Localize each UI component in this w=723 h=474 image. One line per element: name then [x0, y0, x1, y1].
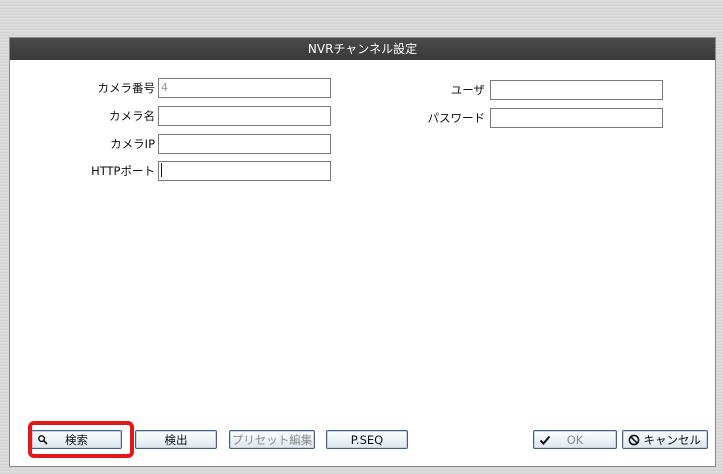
ok-button[interactable]: OK — [533, 430, 617, 449]
password-field[interactable] — [490, 108, 663, 128]
pseq-button[interactable]: P.SEQ — [326, 430, 408, 449]
text-caret — [161, 163, 162, 177]
ok-button-label: OK — [566, 432, 584, 447]
detect-button[interactable]: 検出 — [135, 430, 217, 449]
preset-edit-button[interactable]: プリセット編集 — [229, 430, 315, 449]
cancel-button[interactable]: キャンセル — [622, 430, 708, 449]
dialog-title: NVRチャンネル設定 — [10, 38, 715, 60]
search-button-highlight — [28, 421, 134, 458]
pseq-button-label: P.SEQ — [350, 432, 384, 447]
checkmark-icon — [539, 434, 551, 446]
cancel-button-label: キャンセル — [643, 432, 702, 447]
camera-ip-field[interactable] — [158, 134, 331, 154]
nvr-channel-settings-dialog: NVRチャンネル設定 カメラ番号 4 カメラ名 カメラIP HTTPポート ユー… — [9, 37, 716, 467]
camera-ip-label: カメラIP — [110, 137, 155, 151]
preset-edit-button-label: プリセット編集 — [231, 432, 313, 447]
user-row: ユーザ — [10, 79, 715, 101]
http-port-label: HTTPポート — [91, 164, 155, 178]
http-port-field[interactable] — [158, 161, 331, 181]
no-entry-icon — [628, 434, 640, 446]
camera-ip-row: カメラIP — [10, 133, 715, 155]
detect-button-label: 検出 — [164, 432, 188, 447]
user-field[interactable] — [490, 80, 663, 100]
password-label: パスワード — [427, 111, 486, 125]
http-port-row: HTTPポート — [10, 160, 715, 182]
user-label: ユーザ — [450, 83, 485, 97]
password-row: パスワード — [10, 107, 715, 129]
